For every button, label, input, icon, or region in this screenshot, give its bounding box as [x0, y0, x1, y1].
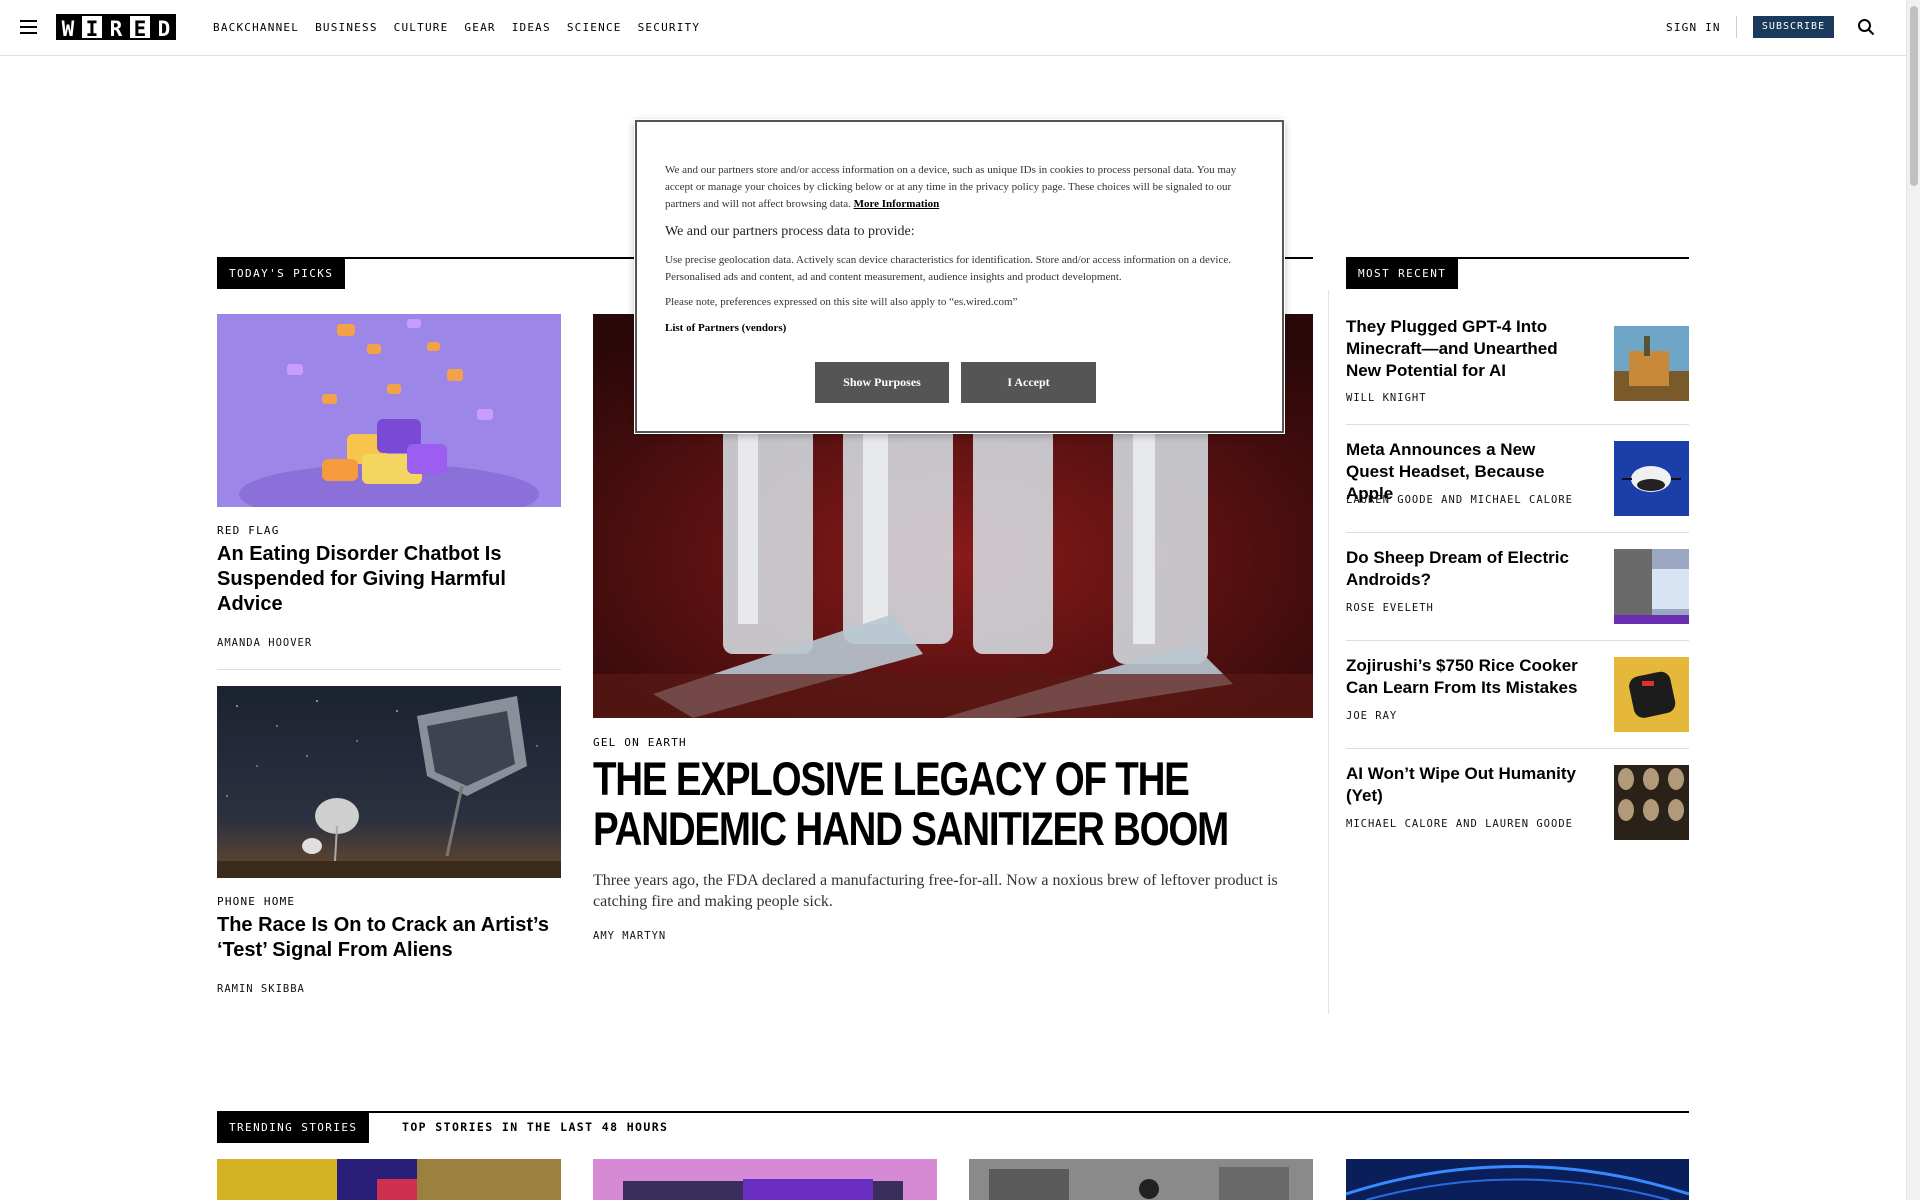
section-rule: [217, 1111, 1689, 1113]
recent-byline[interactable]: JOE RAY: [1346, 710, 1397, 722]
menu-icon[interactable]: [20, 20, 37, 34]
recent-byline[interactable]: ROSE EVELETH: [1346, 602, 1434, 614]
header-divider: [1736, 16, 1737, 38]
nav-culture[interactable]: CULTURE: [394, 21, 449, 34]
recent-headline[interactable]: They Plugged GPT-4 Into Minecraft—and Un…: [1346, 316, 1586, 382]
card-divider: [217, 669, 561, 670]
nav-backchannel[interactable]: BACKCHANNEL: [213, 21, 299, 34]
search-icon[interactable]: [1857, 18, 1875, 36]
trending-image-2[interactable]: [593, 1159, 937, 1200]
site-header: W I R E D BACKCHANNEL BUSINESS CULTURE G…: [0, 0, 1906, 56]
main-nav: BACKCHANNEL BUSINESS CULTURE GEAR IDEAS …: [213, 21, 700, 34]
nav-ideas[interactable]: IDEAS: [512, 21, 551, 34]
recent-headline[interactable]: Do Sheep Dream of Electric Androids?: [1346, 547, 1586, 591]
consent-intro-text: We and our partners store and/or access …: [665, 164, 1237, 210]
recent-divider: [1346, 640, 1689, 641]
subscribe-button[interactable]: SUBSCRIBE: [1753, 16, 1834, 38]
minecraft-thumbnail[interactable]: [1614, 326, 1689, 401]
scrollbar-thumb[interactable]: [1910, 6, 1918, 186]
more-information-link[interactable]: More Information: [854, 198, 940, 210]
recent-byline[interactable]: MICHAEL CALORE AND LAUREN GOODE: [1346, 818, 1573, 830]
logo-letter: R: [104, 14, 128, 41]
sign-in-link[interactable]: SIGN IN: [1666, 21, 1721, 34]
quest-headset-thumbnail[interactable]: [1614, 441, 1689, 516]
card-rubric[interactable]: RED FLAG: [217, 524, 280, 537]
card-byline[interactable]: RAMIN SKIBBA: [217, 983, 305, 995]
rice-cooker-thumbnail[interactable]: [1614, 657, 1689, 732]
trending-label: TRENDING STORIES: [217, 1113, 370, 1143]
trending-image-4[interactable]: [1346, 1159, 1689, 1200]
card-byline[interactable]: AMANDA HOOVER: [217, 637, 312, 649]
todays-picks-label: TODAY'S PICKS: [217, 259, 346, 289]
logo-letter: D: [152, 14, 176, 41]
scrollbar[interactable]: [1906, 0, 1920, 1200]
recent-divider: [1346, 424, 1689, 425]
recent-headline[interactable]: AI Won’t Wipe Out Humanity (Yet): [1346, 763, 1586, 807]
nav-security[interactable]: SECURITY: [638, 21, 701, 34]
recent-divider: [1346, 532, 1689, 533]
feature-headline[interactable]: THE EXPLOSIVE LEGACY OF THE PANDEMIC HAN…: [593, 754, 1298, 854]
recent-divider: [1346, 748, 1689, 749]
show-purposes-button[interactable]: Show Purposes: [815, 362, 949, 403]
recent-byline[interactable]: LAUREN GOODE AND MICHAEL CALORE: [1346, 494, 1573, 506]
nav-business[interactable]: BUSINESS: [315, 21, 378, 34]
column-divider: [1328, 290, 1329, 1014]
recent-byline[interactable]: WILL KNIGHT: [1346, 392, 1427, 404]
recent-headline[interactable]: Zojirushi’s $750 Rice Cooker Can Learn F…: [1346, 655, 1586, 699]
card-headline[interactable]: An Eating Disorder Chatbot Is Suspended …: [217, 542, 527, 617]
consent-purposes: Use precise geolocation data. Actively s…: [665, 254, 1231, 283]
feature-byline[interactable]: AMY MARTYN: [593, 930, 666, 942]
consent-note: Please note, preferences expressed on th…: [665, 296, 1018, 308]
list-of-partners-link[interactable]: List of Partners (vendors): [665, 322, 786, 334]
card-rubric[interactable]: PHONE HOME: [217, 895, 295, 908]
nav-gear[interactable]: GEAR: [464, 21, 495, 34]
consent-heading: We and our partners process data to prov…: [665, 224, 915, 239]
feature-rubric[interactable]: GEL ON EARTH: [593, 736, 687, 749]
logo-letter: I: [80, 14, 104, 41]
chatbot-image[interactable]: [217, 314, 561, 507]
trending-image-1[interactable]: [217, 1159, 561, 1200]
consent-dialog: We and our partners store and/or access …: [635, 120, 1284, 433]
feature-dek: Three years ago, the FDA declared a manu…: [593, 872, 1278, 910]
radio-telescope-image[interactable]: [217, 686, 561, 878]
accept-button[interactable]: I Accept: [961, 362, 1096, 403]
nav-science[interactable]: SCIENCE: [567, 21, 622, 34]
ai-faces-thumbnail[interactable]: [1614, 765, 1689, 840]
trending-image-3[interactable]: [969, 1159, 1313, 1200]
wired-logo[interactable]: W I R E D: [56, 14, 176, 41]
logo-letter: E: [128, 14, 152, 41]
tab-top-stories-48h[interactable]: TOP STORIES IN THE LAST 48 HOURS: [402, 1120, 668, 1134]
card-headline[interactable]: The Race Is On to Crack an Artist’s ‘Tes…: [217, 913, 557, 963]
most-recent-label: MOST RECENT: [1346, 259, 1459, 289]
logo-letter: W: [56, 14, 80, 41]
consent-intro: We and our partners store and/or access …: [665, 162, 1255, 213]
android-sheep-thumbnail[interactable]: [1614, 549, 1689, 624]
